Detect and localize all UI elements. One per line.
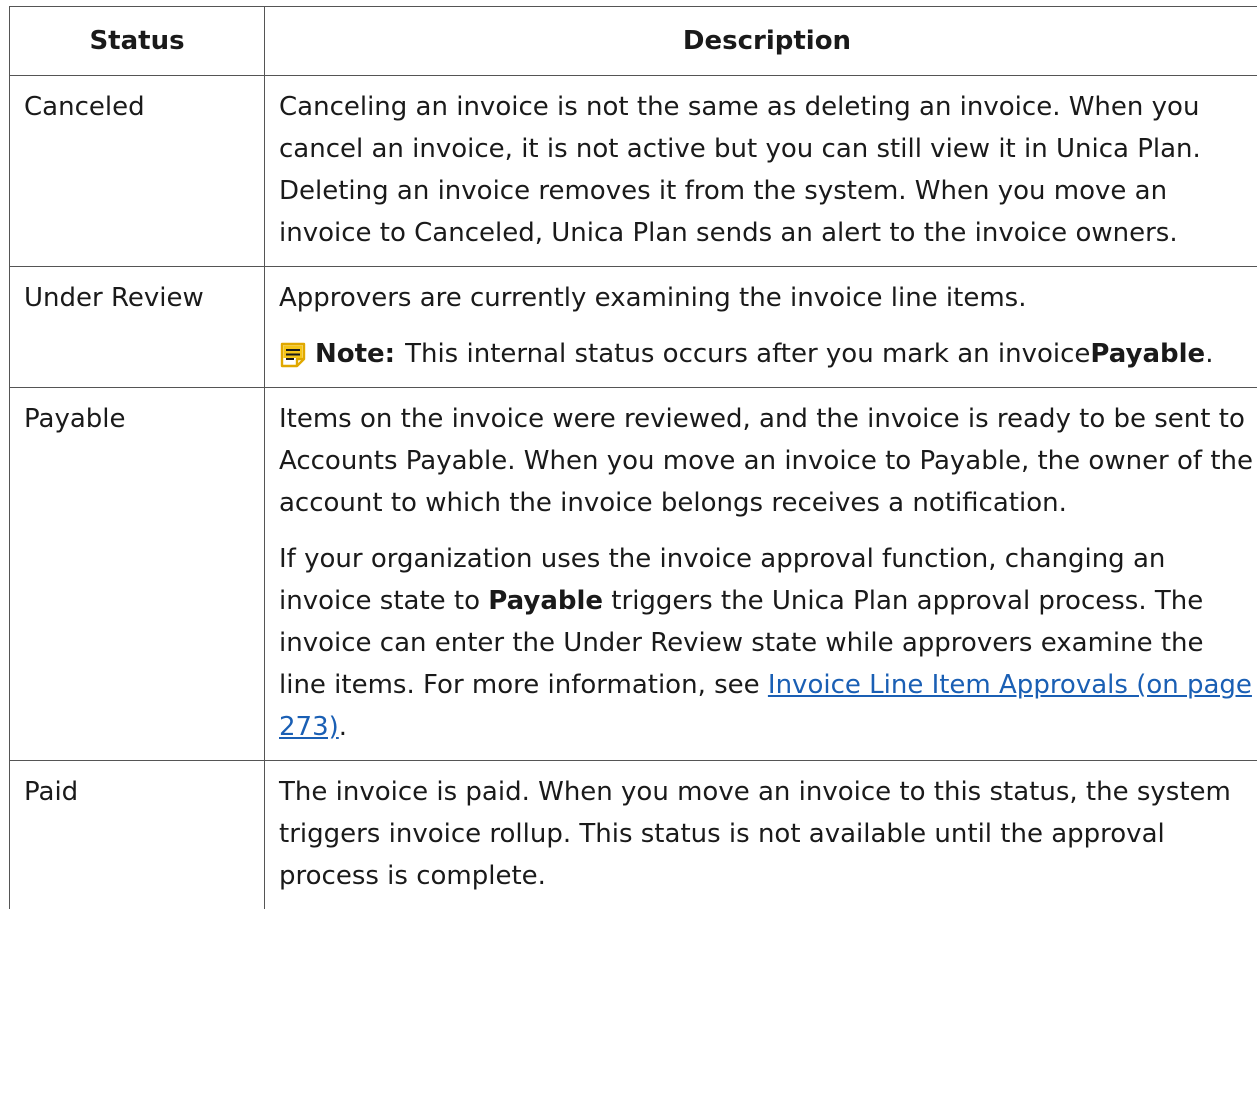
status-column-header: Status [9,6,265,76]
note-label: Note: [315,339,396,369]
text-segment: . [338,712,348,742]
description-text: Approvers are currently examining the in… [279,283,1027,313]
status-cell: Paid [9,760,265,909]
table-row-canceled: Canceled Canceling an invoice is not the… [9,75,1257,267]
description-column-header: Description [264,6,1257,76]
status-cell: Payable [9,387,265,761]
table-row-payable: Payable Items on the invoice were review… [9,387,1257,761]
description-cell: Approvers are currently examining the in… [264,266,1257,388]
description-cell: Canceling an invoice is not the same as … [264,75,1257,267]
status-cell: Canceled [9,75,265,267]
description-text: The invoice is paid. When you move an in… [279,777,1231,891]
invoice-status-table: Status Description Canceled Canceling an… [9,6,1257,909]
table-row-under-review: Under Review Approvers are currently exa… [9,266,1257,388]
description-cell: Items on the invoice were reviewed, and … [264,387,1257,761]
description-text: Canceling an invoice is not the same as … [279,92,1201,248]
status-cell: Under Review [9,266,265,388]
table-header-row: Status Description [9,6,1257,76]
note-bold-term: Payable [1090,339,1206,369]
description-text-approval: If your organization uses the invoice ap… [279,538,1255,748]
note-end: . [1205,339,1214,369]
description-text: Items on the invoice were reviewed, and … [279,404,1254,518]
description-cell: The invoice is paid. When you move an in… [264,760,1257,909]
bold-term: Payable [488,586,604,616]
note-icon [279,340,307,368]
note-callout: Note: This internal status occurs after … [279,333,1255,375]
table-row-paid: Paid The invoice is paid. When you move … [9,760,1257,909]
note-text: This internal status occurs after you ma… [405,339,1091,369]
